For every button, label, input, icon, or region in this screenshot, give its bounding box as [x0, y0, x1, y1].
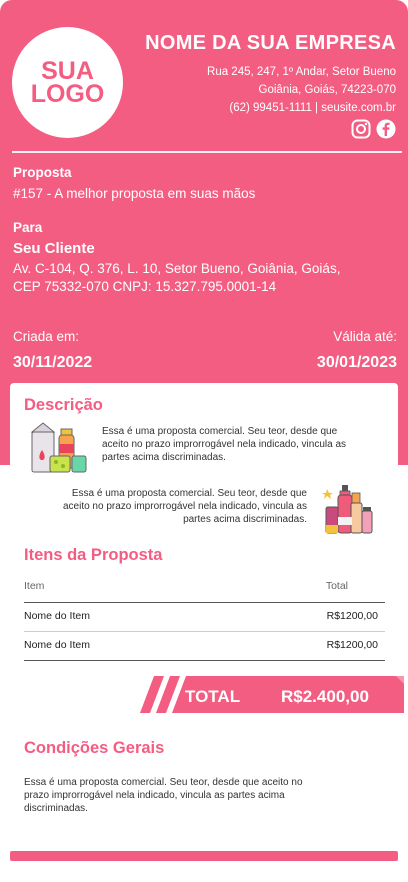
client-name: Seu Cliente: [13, 240, 95, 257]
conditions-paragraph: Essa é uma proposta comercial. Seu teor,…: [24, 777, 303, 814]
table-rule: [24, 631, 385, 632]
client-address-line1: Av. C-104, Q. 376, L. 10, Setor Bueno, G…: [13, 261, 341, 276]
cosmetics-products-illustration: [322, 485, 373, 534]
items-table-header: Item Total: [24, 580, 385, 592]
items-title: Itens da Proposta: [24, 546, 163, 564]
created-value: 30/11/2022: [13, 354, 93, 371]
column-total-header: Total: [325, 580, 348, 592]
table-rule: [24, 660, 385, 661]
client-address-line2: CEP 75332-070 CNPJ: 15.327.795.0001-14: [13, 279, 277, 294]
facebook-icon[interactable]: [376, 119, 396, 139]
valid-value: 30/01/2023: [316, 354, 397, 371]
company-contact: (62) 99451-1111 | seusite.com.br: [229, 102, 396, 114]
item-total: R$1200,00: [326, 639, 378, 651]
description-paragraph-1: Essa é uma proposta comercial. Seu teor,…: [102, 426, 347, 463]
item-total: R$1200,00: [326, 610, 378, 622]
table-row: Nome do Item R$1200,00: [24, 639, 385, 651]
company-logo: SUA LOGO: [12, 27, 123, 138]
item-name: Nome do Item: [24, 610, 90, 622]
grocery-products-illustration: [30, 422, 87, 473]
valid-label: Válida até:: [333, 329, 397, 344]
created-label: Criada em:: [13, 329, 80, 344]
item-name: Nome do Item: [24, 639, 90, 651]
conditions-title: Condições Gerais: [24, 739, 165, 757]
company-info: NOME DA SUA EMPRESA Rua 245, 247, 1º And…: [145, 32, 396, 117]
table-row: Nome do Item R$1200,00: [24, 610, 385, 622]
description-title: Descrição: [24, 396, 103, 414]
valid-date-block: Válida até: 30/01/2023: [317, 329, 397, 372]
company-address-line2: Goiânia, Goiás, 74223-070: [258, 84, 396, 96]
column-item-header: Item: [24, 580, 45, 592]
company-address-line1: Rua 245, 247, 1º Andar, Setor Bueno: [207, 66, 396, 78]
company-name: NOME DA SUA EMPRESA: [145, 32, 396, 54]
proposal-label: Proposta: [13, 165, 72, 180]
client-label: Para: [13, 220, 43, 235]
table-rule: [24, 602, 385, 603]
description-paragraph-2: Essa é uma proposta comercial. Seu teor,…: [62, 488, 307, 525]
created-date-block: Criada em: 30/11/2022: [13, 329, 92, 372]
social-icons: [351, 119, 396, 139]
total-label: TOTAL: [185, 687, 241, 706]
footer-bar: [10, 851, 398, 861]
instagram-icon[interactable]: [351, 119, 371, 139]
total-value: R$2.400,00: [281, 687, 369, 706]
header-divider: [12, 151, 402, 153]
logo-line2: LOGO: [30, 79, 105, 108]
proposal-value: #157 - A melhor proposta em suas mãos: [13, 186, 256, 201]
